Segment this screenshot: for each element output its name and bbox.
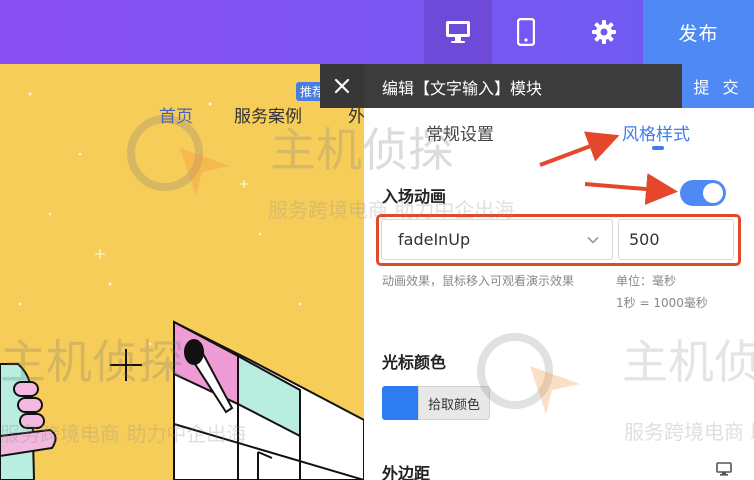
desktop-icon [446,21,470,43]
edit-panel: 编辑【文字输入】模块 提 交 常规设置 风格样式 入场动画 fadeInUp 5… [364,64,754,480]
cursor-color-swatch[interactable] [382,386,418,420]
publish-button[interactable]: 发布 [643,0,754,64]
toggle-knob [703,183,723,203]
nav-home[interactable]: 首页 [159,102,193,127]
tab-general-settings[interactable]: 常规设置 [426,120,494,145]
entry-animation-toggle[interactable] [680,180,726,206]
animation-effect-select[interactable]: fadeInUp [381,219,613,260]
panel-title: 编辑【文字输入】模块 [382,79,543,98]
active-tab-indicator [652,146,664,150]
pick-color-button[interactable]: 拾取颜色 [418,386,490,420]
panel-tabs: 常规设置 风格样式 [364,108,754,158]
panel-header: 编辑【文字输入】模块 提 交 [364,64,754,108]
animation-effect-value: fadeInUp [398,230,471,249]
tab-style[interactable]: 风格样式 [622,120,690,145]
gear-icon [591,20,616,44]
settings-button[interactable] [576,0,631,64]
close-panel-button[interactable] [320,64,364,108]
mobile-view-button[interactable] [498,0,553,64]
animation-effect-hint: 动画效果，鼠标移入可观看演示效果 [382,274,575,288]
preview-canvas: 首页 服务案例 外 推荐 [0,64,364,480]
chevron-down-icon [587,236,599,244]
duration-unit-hint: 单位：毫秒 [616,274,677,288]
mobile-icon [516,18,535,46]
close-icon [334,78,350,94]
animation-duration-input[interactable]: 500 [618,219,734,260]
submit-button[interactable]: 提 交 [682,64,754,108]
animation-duration-value: 500 [629,230,660,249]
nav-cases[interactable]: 服务案例 [234,102,302,127]
margin-label: 外边距 [382,464,431,480]
entry-animation-label: 入场动画 [382,187,447,206]
duration-conversion-hint: 1秒 = 1000毫秒 [616,296,708,310]
site-nav: 首页 服务案例 外 [0,102,364,130]
top-toolbar: 发布 [0,0,754,64]
cursor-color-label: 光标颜色 [382,353,447,372]
desktop-icon[interactable] [716,462,732,477]
desktop-view-button[interactable] [424,0,492,64]
